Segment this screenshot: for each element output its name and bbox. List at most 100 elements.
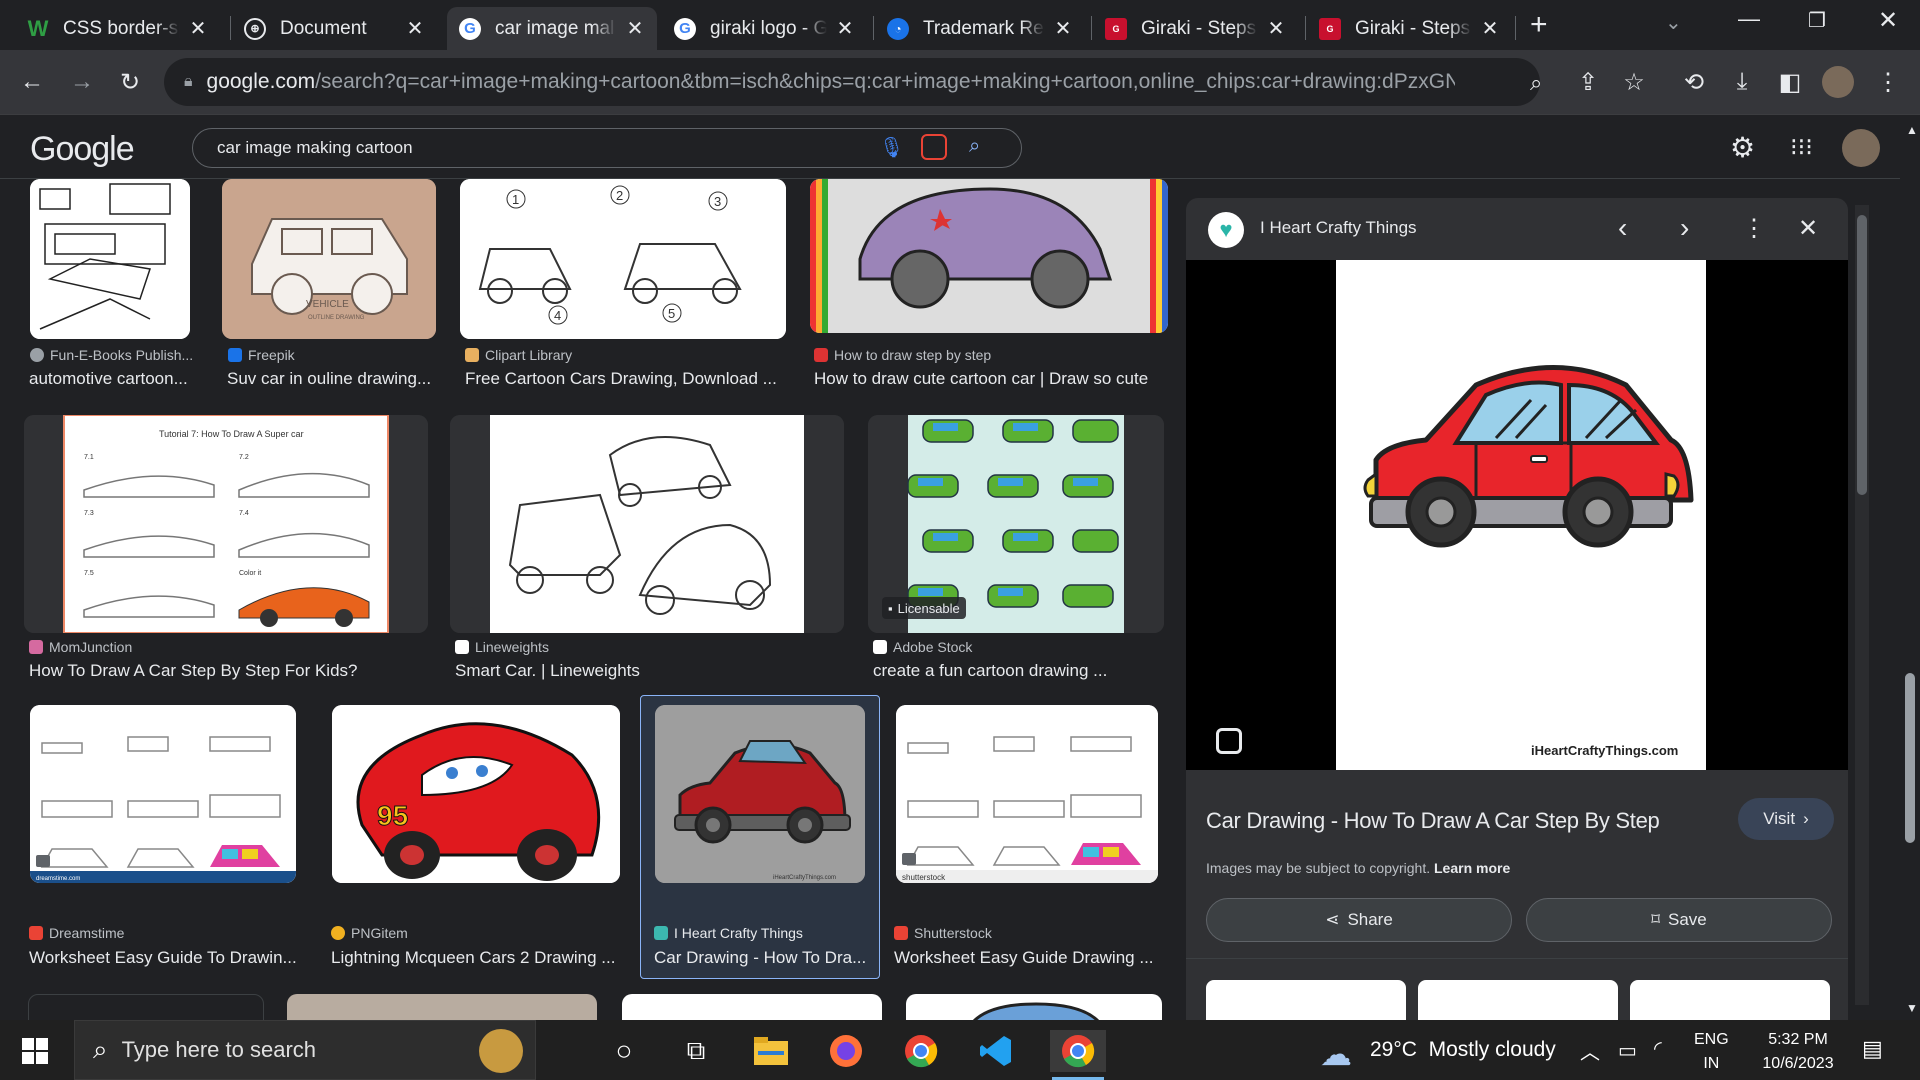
learn-more-link[interactable]: Learn more <box>1434 860 1510 876</box>
result-image-11[interactable]: shutterstock <box>896 705 1158 883</box>
result-caption[interactable]: Smart Car. | Lineweights <box>455 661 845 681</box>
result-caption[interactable]: How to draw cute cartoon car | Draw so c… <box>814 369 1174 389</box>
weather-text[interactable]: 29°C Mostly cloudy <box>1370 1038 1556 1062</box>
panel-site-name[interactable]: I Heart Crafty Things <box>1260 218 1417 238</box>
close-panel-icon[interactable]: ✕ <box>1798 214 1818 243</box>
related-image-1[interactable] <box>1206 980 1406 1020</box>
result-source[interactable]: Dreamstime <box>29 925 124 941</box>
tab-giraki-steps-2[interactable]: G Giraki - Steps ✕ <box>1307 7 1512 50</box>
result-caption[interactable]: create a fun cartoon drawing ... <box>873 661 1168 681</box>
camera-lens-icon[interactable] <box>921 134 947 160</box>
result-image-3[interactable]: 1 2 3 4 5 <box>460 179 786 339</box>
result-caption[interactable]: Free Cartoon Cars Drawing, Download ... <box>465 369 785 389</box>
result-source[interactable]: Freepik <box>228 347 295 363</box>
extension-icon[interactable]: ⟲ <box>1678 66 1710 98</box>
windows-start-icon[interactable] <box>14 1030 56 1072</box>
page-scroll-thumb[interactable] <box>1905 673 1915 843</box>
result-source[interactable]: PNGitem <box>331 925 408 941</box>
preview-image[interactable]: iHeartCraftyThings.com <box>1336 260 1706 770</box>
account-avatar[interactable] <box>1842 129 1880 167</box>
related-image-3[interactable] <box>1630 980 1830 1020</box>
result-image-7[interactable]: ▪ Licensable <box>868 415 1164 633</box>
lens-search-icon[interactable] <box>1216 728 1242 754</box>
close-icon[interactable]: ✕ <box>188 16 208 41</box>
profile-avatar[interactable] <box>1822 66 1854 98</box>
chrome-icon[interactable] <box>900 1030 942 1072</box>
prev-image-icon[interactable]: ‹ <box>1618 212 1627 244</box>
result-source[interactable]: How to draw step by step <box>814 347 991 363</box>
result-image-1[interactable] <box>30 179 190 339</box>
result-image-4[interactable] <box>810 179 1168 333</box>
tab-giraki-logo[interactable]: G giraki logo - G ✕ <box>662 7 867 50</box>
notifications-icon[interactable]: ▤ <box>1862 1036 1883 1062</box>
battery-icon[interactable]: ▭ <box>1618 1038 1637 1063</box>
zoom-icon[interactable]: ⌕ <box>1530 70 1542 96</box>
file-explorer-icon[interactable] <box>750 1030 792 1072</box>
tab-car-image[interactable]: G car image mal ✕ <box>447 7 657 50</box>
apps-grid-icon[interactable]: ⁝⁝⁝ <box>1790 133 1813 162</box>
address-bar[interactable]: 🔒︎ google.com/search?q=car+image+making+… <box>164 58 1542 106</box>
panel-scrollbar[interactable] <box>1855 205 1869 1005</box>
result-image-8[interactable]: dreamstime.com <box>30 705 296 883</box>
result-caption[interactable]: Lightning Mcqueen Cars 2 Drawing ... <box>331 948 621 968</box>
panel-scroll-thumb[interactable] <box>1857 215 1867 495</box>
taskbar-search-box[interactable]: ⌕ Type here to search <box>74 1020 536 1080</box>
back-icon[interactable]: ← <box>16 66 48 98</box>
mic-icon[interactable]: 🎙︎ <box>879 135 904 160</box>
result-image-5[interactable]: Tutorial 7: How To Draw A Super car 7.1 7… <box>24 415 428 633</box>
result-caption[interactable]: Worksheet Easy Guide To Drawin... <box>29 948 299 968</box>
scroll-down-icon[interactable]: ▼ <box>1906 1001 1918 1015</box>
tab-giraki-steps-1[interactable]: G Giraki - Steps ✕ <box>1093 7 1298 50</box>
panel-title[interactable]: Car Drawing - How To Draw A Car Step By … <box>1206 808 1660 834</box>
result-image-2[interactable]: VEHICLE OUTLINE DRAWING <box>222 179 436 339</box>
close-icon[interactable]: ✕ <box>1266 16 1286 41</box>
share-page-icon[interactable]: ⇪ <box>1572 66 1604 98</box>
result-caption[interactable]: automotive cartoon... <box>29 369 199 389</box>
scroll-up-icon[interactable]: ▲ <box>1906 123 1918 137</box>
cortana-icon[interactable]: ○ <box>603 1030 645 1072</box>
save-button[interactable]: ⌑ Save <box>1526 898 1832 942</box>
wifi-icon[interactable]: ◜ <box>1654 1036 1662 1061</box>
clock[interactable]: 5:32 PM 10/6/2023 <box>1748 1028 1848 1076</box>
close-window-icon[interactable]: ✕ <box>1878 6 1898 35</box>
google-logo[interactable]: Google <box>30 130 135 169</box>
result-caption[interactable]: How To Draw A Car Step By Step For Kids? <box>29 661 429 681</box>
result-image-10[interactable]: iHeartCraftyThings.com <box>655 705 865 883</box>
result-caption[interactable]: Car Drawing - How To Dra... <box>654 948 869 968</box>
related-searches-card[interactable] <box>28 994 264 1020</box>
related-image-2[interactable] <box>1418 980 1618 1020</box>
result-source[interactable]: Fun-E-Books Publish... <box>30 347 193 363</box>
language-indicator[interactable]: ENG IN <box>1694 1028 1729 1076</box>
result-image-6[interactable] <box>450 415 844 633</box>
tray-chevron-icon[interactable]: ︿ <box>1580 1036 1600 1065</box>
vscode-icon[interactable] <box>975 1030 1017 1072</box>
bookmark-star-icon[interactable]: ☆ <box>1618 66 1650 98</box>
sidepanel-icon[interactable]: ◧ <box>1774 66 1806 98</box>
task-view-icon[interactable]: ⧉ <box>675 1030 717 1072</box>
result-source[interactable]: Lineweights <box>455 639 549 655</box>
menu-kebab-icon[interactable]: ⋮ <box>1872 66 1904 98</box>
tab-trademark[interactable]: ◔ Trademark Reg ✕ <box>875 7 1085 50</box>
download-icon[interactable]: ⤓ <box>1726 66 1758 98</box>
result-source[interactable]: Shutterstock <box>894 925 992 941</box>
more-options-icon[interactable]: ⋮ <box>1742 214 1766 243</box>
result-image-12[interactable] <box>287 994 597 1020</box>
result-caption[interactable]: Suv car in ouline drawing... <box>227 369 442 389</box>
close-icon[interactable]: ✕ <box>1480 16 1500 41</box>
minimize-icon[interactable]: — <box>1738 6 1760 32</box>
reload-icon[interactable]: ↻ <box>114 66 146 98</box>
new-tab-icon[interactable]: + <box>1530 8 1548 42</box>
close-icon[interactable]: ✕ <box>625 16 645 41</box>
close-icon[interactable]: ✕ <box>405 16 425 41</box>
result-source[interactable]: Clipart Library <box>465 347 572 363</box>
result-source[interactable]: Adobe Stock <box>873 639 972 655</box>
chrome-active-icon[interactable] <box>1050 1030 1106 1072</box>
page-scrollbar[interactable]: ▲ ▼ <box>1900 115 1920 1020</box>
search-icon[interactable]: ⌕ <box>969 135 980 158</box>
result-source[interactable]: I Heart Crafty Things <box>654 925 803 941</box>
tab-document[interactable]: ⊕ Document ✕ <box>232 7 437 50</box>
result-caption[interactable]: Worksheet Easy Guide Drawing ... <box>894 948 1164 968</box>
search-input[interactable]: car image making cartoon 🎙︎ ⌕ <box>192 128 1022 168</box>
result-image-9[interactable]: 95 <box>332 705 620 883</box>
result-image-14[interactable] <box>906 994 1162 1020</box>
